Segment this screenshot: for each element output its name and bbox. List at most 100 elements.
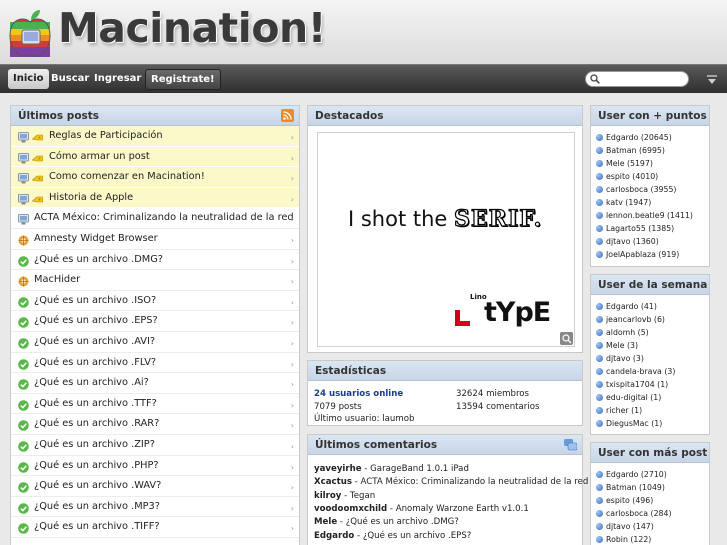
post-title-link[interactable]: ¿Qué es un archivo .AVI? [34,332,155,352]
user-name-link[interactable]: katv (1947) [606,198,651,207]
post-row[interactable]: ¿Qué es un archivo .ISO? › [11,291,299,312]
comments-icon[interactable] [564,438,577,451]
user-row[interactable]: Edgardo (2710) [596,470,667,479]
post-title-link[interactable]: Reglas de Participación [49,126,163,146]
search-icon[interactable] [590,74,600,84]
user-name-link[interactable]: txispita1704 (1) [606,380,668,389]
comment-post-title[interactable]: - GarageBand 1.0.1 iPad [362,464,469,474]
user-name-link[interactable]: candela-brava (3) [606,367,675,376]
user-name-link[interactable]: djtavo (1360) [606,237,659,246]
comment-user[interactable]: Edgardo [314,531,354,541]
user-row[interactable]: DiegusMac (1) [596,419,662,428]
user-name-link[interactable]: carlosboca (3955) [606,185,676,194]
user-row[interactable]: djtavo (147) [596,522,654,531]
post-row[interactable]: ACTA México: Criminalizando la neutralid… [11,208,299,229]
rss-icon[interactable] [281,109,294,122]
post-row[interactable]: ¿Qué es un archivo .WAV? › [11,476,299,497]
post-title-link[interactable]: ¿Qué es un archivo .RAR? [34,414,159,434]
comment-user[interactable]: yaveyirhe [314,464,362,474]
user-row[interactable]: Edgardo (41) [596,302,657,311]
post-title-link[interactable]: ¿Qué es un archivo .TIFF? [34,517,160,537]
post-title-link[interactable]: ¿Qué es un archivo .Ai? [34,373,149,393]
user-row[interactable]: carlosboca (3955) [596,185,676,194]
comment-row[interactable]: Mele - ¿Qué es un archivo .DMG? [314,517,459,527]
post-row[interactable]: ¿Qué es un archivo .TIFF? › [11,517,299,538]
post-row[interactable]: MacHider › [11,270,299,291]
post-title-link[interactable]: ¿Qué es un archivo .EPS? [34,311,158,331]
comment-post-title[interactable]: - Tegan [341,491,375,501]
nav-registrate-button[interactable]: Registrate! [145,69,221,90]
comment-user[interactable]: Mele [314,517,337,527]
nav-inicio[interactable]: Inicio [8,69,49,89]
post-title-link[interactable]: ¿Qué es un archivo .MP3? [34,497,160,517]
user-row[interactable]: Mele (3) [596,341,638,350]
post-title-link[interactable]: ¿Qué es un archivo .PHP? [34,456,159,476]
comment-post-title[interactable]: - ACTA México: Criminalizando la neutral… [352,477,589,487]
post-title-link[interactable]: Como comenzar en Macination! [49,167,205,187]
post-title-link[interactable]: Cómo armar un post [49,147,150,167]
comment-user[interactable]: voodoomxchild [314,504,387,514]
comment-post-title[interactable]: - ¿Qué es un archivo .EPS? [354,531,471,541]
user-name-link[interactable]: Lagarto55 (1385) [606,224,674,233]
post-title-link[interactable]: ¿Qué es un archivo .DMG? [34,250,163,270]
user-name-link[interactable]: DiegusMac (1) [606,419,662,428]
search-box[interactable] [585,71,689,87]
user-row[interactable]: Batman (1049) [596,483,665,492]
post-row[interactable]: ¿Qué es un archivo .EPS? › [11,311,299,332]
post-row[interactable]: Historia de Apple › [11,187,299,209]
user-name-link[interactable]: djtavo (3) [606,354,644,363]
comment-row[interactable]: Edgardo - ¿Qué es un archivo .EPS? [314,531,471,541]
post-row[interactable]: ¿Qué es un archivo .MP3? › [11,497,299,518]
featured-banner[interactable]: I shot the SERIF. Lino tYpE [317,132,575,347]
user-name-link[interactable]: carlosboca (284) [606,509,672,518]
user-row[interactable]: katv (1947) [596,198,651,207]
search-input[interactable] [602,73,684,85]
user-row[interactable]: carlosboca (284) [596,509,672,518]
user-name-link[interactable]: JoelApablaza (919) [606,250,679,259]
user-row[interactable]: JoelApablaza (919) [596,250,679,259]
user-name-link[interactable]: Mele (3) [606,341,638,350]
comment-row[interactable]: Xcactus - ACTA México: Criminalizando la… [314,477,588,487]
user-name-link[interactable]: aldomh (5) [606,328,649,337]
zoom-icon[interactable] [560,332,573,345]
post-row[interactable]: ¿Qué es un archivo .ZIP? › [11,435,299,456]
user-name-link[interactable]: espito (496) [606,496,653,505]
comment-user[interactable]: kilroy [314,491,341,501]
user-row[interactable]: Lagarto55 (1385) [596,224,674,233]
post-row[interactable]: ¿Qué es un archivo .FLV? › [11,353,299,374]
user-row[interactable]: espito (496) [596,496,653,505]
user-name-link[interactable]: espito (4010) [606,172,658,181]
post-title-link[interactable]: Amnesty Widget Browser [34,229,158,249]
user-name-link[interactable]: djtavo (147) [606,522,654,531]
post-row[interactable]: ¿Qué es un archivo .TTF? › [11,394,299,415]
user-row[interactable]: aldomh (5) [596,328,649,337]
post-title-link[interactable]: ¿Qué es un archivo .FLV? [34,353,156,373]
post-title-link[interactable]: ¿Qué es un archivo .WAV? [34,476,161,496]
nav-ingresar[interactable]: Ingresar [89,69,146,89]
user-name-link[interactable]: edu-digital (1) [606,393,661,402]
comment-row[interactable]: voodoomxchild - Anomaly Warzone Earth v1… [314,504,529,514]
user-name-link[interactable]: Robin (122) [606,535,651,544]
post-title-link[interactable]: ¿Qué es un archivo .TTF? [34,394,157,414]
post-title-link[interactable]: ¿Qué es un archivo .ZIP? [34,435,155,455]
user-row[interactable]: txispita1704 (1) [596,380,668,389]
comment-post-title[interactable]: - Anomaly Warzone Earth v1.0.1 [387,504,529,514]
comment-row[interactable]: yaveyirhe - GarageBand 1.0.1 iPad [314,464,469,474]
post-row[interactable]: Como comenzar en Macination! › [11,167,299,188]
user-row[interactable]: candela-brava (3) [596,367,675,376]
user-name-link[interactable]: jeancarlovb (6) [606,315,665,324]
post-row[interactable]: Cómo armar un post › [11,146,299,168]
apple-logo-icon[interactable] [6,8,54,58]
user-row[interactable]: richer (1) [596,406,642,415]
user-row[interactable]: espito (4010) [596,172,658,181]
user-name-link[interactable]: richer (1) [606,406,642,415]
user-row[interactable]: Edgardo (20645) [596,133,672,142]
site-title[interactable]: Macination! [58,4,326,52]
nav-buscar[interactable]: Buscar [46,69,94,89]
user-row[interactable]: edu-digital (1) [596,393,661,402]
user-row[interactable]: Batman (6995) [596,146,665,155]
post-row[interactable]: ¿Qué es un archivo .PHP? › [11,456,299,477]
comment-user[interactable]: Xcactus [314,477,352,487]
post-title-link[interactable]: Historia de Apple [49,188,133,208]
post-row[interactable]: ¿Qué es un archivo .RAR? › [11,414,299,435]
